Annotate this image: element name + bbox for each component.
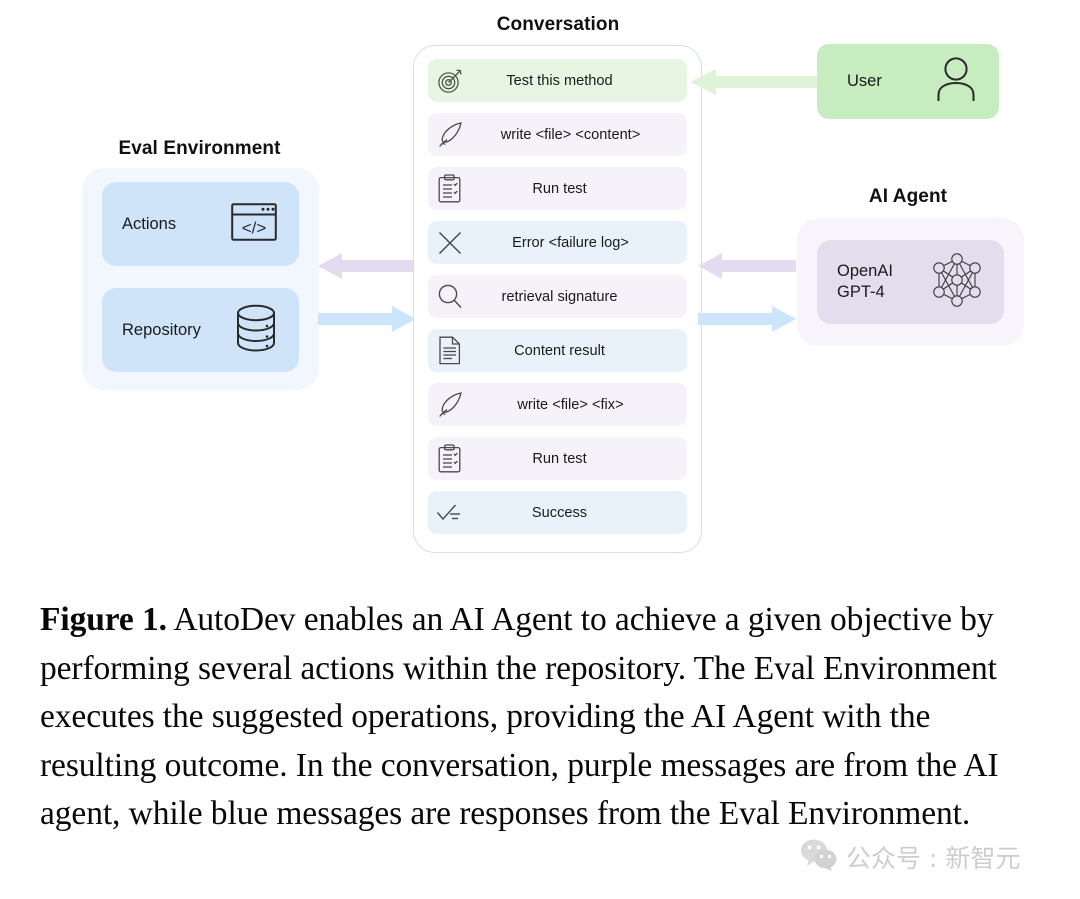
document-icon	[428, 336, 472, 365]
quill-pen-icon	[428, 121, 472, 148]
arrow-conversation-to-agent-right	[698, 305, 796, 338]
neural-network-icon	[928, 251, 986, 314]
message-item[interactable]: Success	[428, 491, 687, 534]
message-text: write <file> <fix>	[517, 396, 624, 413]
person-icon	[935, 56, 977, 107]
svg-text:</>: </>	[242, 218, 267, 237]
magnifier-icon	[428, 283, 472, 310]
message-item[interactable]: Run test	[428, 167, 687, 210]
message-item[interactable]: Error <failure log>	[428, 221, 687, 264]
eval-card-repository-label: Repository	[122, 320, 201, 339]
ai-agent-model-label: OpenAI GPT-4	[837, 261, 893, 302]
message-item[interactable]: Test this method	[428, 59, 687, 102]
message-text: Run test	[532, 180, 587, 197]
message-item[interactable]: write <file> <fix>	[428, 383, 687, 426]
user-box[interactable]: User	[817, 44, 999, 119]
message-text: Content result	[514, 342, 605, 359]
clipboard-icon	[428, 444, 472, 473]
message-item[interactable]: retrieval signature	[428, 275, 687, 318]
quill-pen-icon	[428, 391, 472, 418]
ai-agent-model-line2: GPT-4	[837, 283, 885, 301]
message-item[interactable]: Run test	[428, 437, 687, 480]
eval-environment-title: Eval Environment	[118, 138, 281, 159]
target-icon	[428, 68, 472, 94]
eval-card-actions-label: Actions	[122, 214, 177, 233]
arrow-eval-to-conversation-right	[318, 305, 416, 338]
figure-caption: Figure 1. AutoDev enables an AI Agent to…	[40, 596, 1028, 839]
checklist-icon	[428, 503, 472, 523]
clipboard-icon	[428, 174, 472, 203]
message-text: Test this method	[506, 72, 613, 89]
ai-agent-model-line1: OpenAI	[837, 262, 893, 281]
message-item[interactable]: write <file> <content>	[428, 113, 687, 156]
eval-card-actions[interactable]: Actions </>	[102, 182, 299, 266]
watermark-text: 公众号 : 新智元	[846, 844, 1021, 873]
figure-caption-body: AutoDev enables an AI Agent to achieve a…	[40, 601, 999, 832]
cross-icon	[428, 230, 472, 256]
wechat-icon	[800, 838, 838, 876]
conversation-title: Conversation	[496, 14, 620, 35]
conversation-panel: Test this method write <file> <content>	[413, 45, 702, 553]
eval-environment-panel: Actions </> Repository	[82, 168, 319, 390]
eval-card-repository[interactable]: Repository	[102, 288, 299, 372]
arrow-agent-to-conversation-left	[698, 252, 796, 285]
message-text: Error <failure log>	[512, 234, 629, 251]
message-text: Run test	[532, 450, 587, 467]
ai-agent-title: AI Agent	[868, 186, 948, 207]
database-icon	[235, 304, 277, 357]
user-label: User	[847, 72, 882, 90]
code-window-icon: </>	[231, 202, 277, 246]
arrow-user-to-conversation	[690, 67, 820, 102]
message-item[interactable]: Content result	[428, 329, 687, 372]
ai-agent-model-card[interactable]: OpenAI GPT-4	[817, 240, 1004, 324]
figure-caption-label: Figure 1.	[40, 601, 167, 638]
message-text: retrieval signature	[501, 288, 618, 305]
ai-agent-panel: OpenAI GPT-4	[797, 218, 1024, 346]
message-text: Success	[531, 504, 588, 521]
message-text: write <file> <content>	[500, 126, 641, 143]
arrow-agent-to-eval-left	[318, 252, 416, 285]
watermark: 公众号 : 新智元	[800, 838, 1020, 876]
